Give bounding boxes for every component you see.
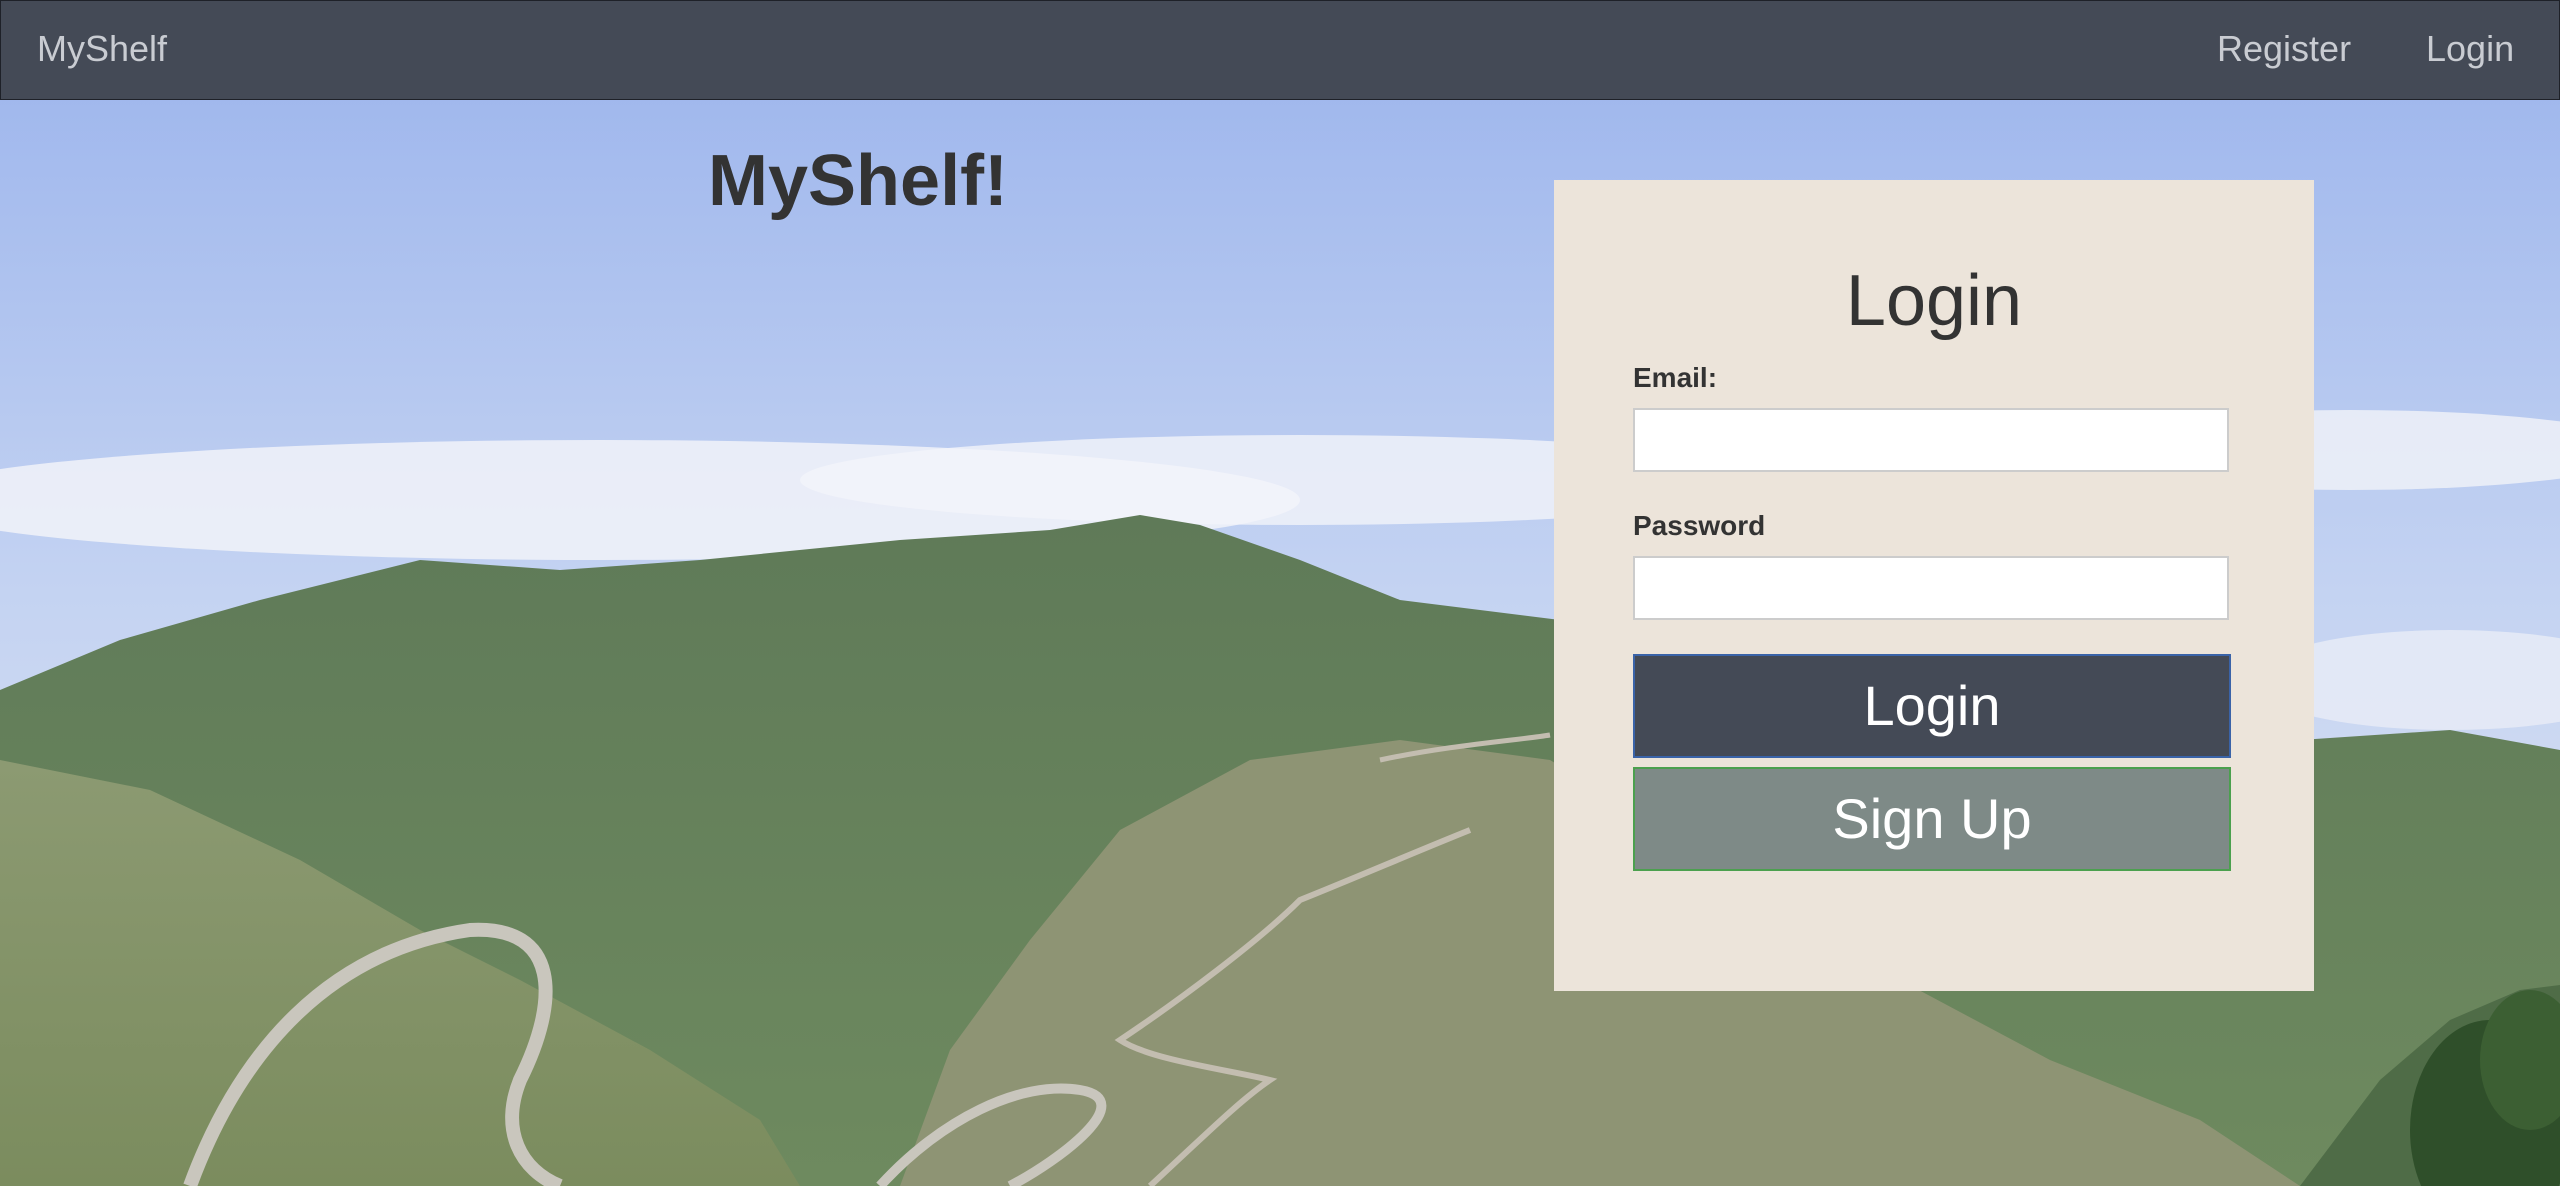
navbar: MyShelf Register Login (0, 0, 2560, 100)
nav-login-link[interactable]: Login (2426, 28, 2514, 70)
login-button[interactable]: Login (1633, 654, 2231, 758)
page: MyShelf Register Login MyShelf! Login Em… (0, 0, 2560, 1186)
email-field[interactable] (1633, 408, 2229, 472)
login-card: Login Email: Password Login Sign Up (1554, 180, 2314, 991)
sign-up-button[interactable]: Sign Up (1633, 767, 2231, 871)
login-heading: Login (1845, 261, 2023, 341)
password-field[interactable] (1633, 556, 2229, 620)
hero-title: MyShelf! (708, 141, 1009, 221)
email-label: Email: (1633, 362, 1718, 393)
nav-register-link[interactable]: Register (2217, 28, 2351, 70)
brand-link[interactable]: MyShelf (37, 28, 167, 70)
password-label: Password (1633, 510, 1766, 541)
